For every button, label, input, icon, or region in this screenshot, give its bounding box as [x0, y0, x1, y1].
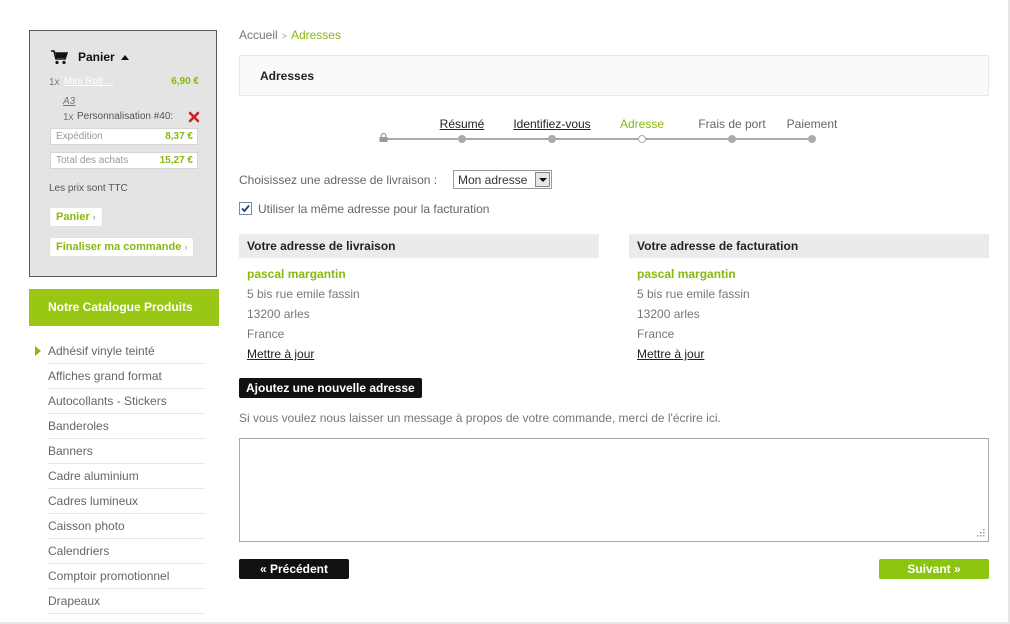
- delivery-address-select[interactable]: Mon adresse: [453, 170, 552, 189]
- catalog-item-label: Affiches grand format: [48, 369, 162, 383]
- billing-name: pascal margantin: [637, 267, 736, 281]
- billing-address-title: Votre adresse de facturation: [629, 234, 989, 258]
- catalog-item-label: Calendriers: [48, 544, 110, 558]
- catalog-item[interactable]: Adhésif vinyle teinté: [29, 339, 219, 364]
- step-dot: [458, 135, 466, 143]
- cart-item: 1x Mini Roll ... 6,90 €: [49, 76, 199, 90]
- delivery-update-link[interactable]: Mettre à jour: [247, 347, 314, 361]
- resize-grip-icon[interactable]: [976, 528, 985, 537]
- cart-option-qty: 1x: [63, 112, 74, 123]
- cart-total-row: Total des achats 15,27 €: [50, 152, 198, 169]
- catalog-item[interactable]: Autocollants - Stickers: [29, 389, 219, 414]
- shopping-cart-icon: [51, 50, 68, 65]
- catalog-item-label: Adhésif vinyle teinté: [48, 344, 155, 358]
- step-dot-current: [638, 135, 646, 143]
- cart-item-price: 6,90 €: [171, 76, 199, 87]
- cart-option-name: Personnalisation #40:: [77, 111, 174, 122]
- tax-note: Les prix sont TTC: [49, 183, 128, 194]
- checkout-button-label: Finaliser ma commande: [56, 241, 182, 253]
- chevron-right-icon: ›: [92, 212, 96, 222]
- catalog-item-label: Comptoir promotionnel: [48, 569, 170, 583]
- billing-city: 13200 arles: [637, 307, 700, 321]
- cart-item-attribute[interactable]: A3: [63, 96, 75, 107]
- breadcrumb-separator: >: [281, 31, 287, 41]
- next-button[interactable]: Suivant »: [879, 559, 989, 579]
- catalog-item-label: Autocollants - Stickers: [48, 394, 167, 408]
- previous-button[interactable]: « Précédent: [239, 559, 349, 579]
- same-address-label[interactable]: Utiliser la même adresse pour la factura…: [258, 202, 489, 216]
- breadcrumb-current: Adresses: [290, 28, 341, 42]
- catalog-item[interactable]: Calendriers: [29, 539, 219, 564]
- cart-button-label: Panier: [56, 211, 90, 223]
- catalog-item-label: Drapeaux: [48, 594, 101, 608]
- cart-shipping-row: Expédition 8,37 €: [50, 128, 198, 145]
- catalog-item[interactable]: Cadres lumineux: [29, 489, 219, 514]
- delivery-city: 13200 arles: [247, 307, 310, 321]
- cart-item-name[interactable]: Mini Roll ...: [64, 76, 113, 87]
- page-title: Adresses: [260, 69, 315, 83]
- step-payment: Paiement: [786, 117, 838, 131]
- catalog-item[interactable]: Caisson photo: [29, 514, 219, 539]
- step-summary[interactable]: Résumé: [440, 117, 485, 131]
- message-textarea[interactable]: [239, 438, 989, 542]
- step-address: Adresse: [619, 117, 665, 131]
- billing-update-link[interactable]: Mettre à jour: [637, 347, 704, 361]
- delivery-address-title: Votre adresse de livraison: [239, 234, 599, 258]
- cart-item-option: 1x Personnalisation #40:: [63, 111, 201, 125]
- cart-header[interactable]: Panier: [50, 48, 129, 66]
- catalog-item[interactable]: Banderoles: [29, 414, 219, 439]
- catalog-title: Notre Catalogue Produits: [29, 289, 219, 326]
- catalog-item[interactable]: Comptoir promotionnel: [29, 564, 219, 589]
- billing-address-block: Votre adresse de facturation pascal marg…: [629, 234, 989, 361]
- catalog-item-label: Caisson photo: [48, 519, 125, 533]
- steps-line: [383, 138, 811, 140]
- shipping-label: Expédition: [56, 131, 103, 142]
- delivery-country: France: [247, 327, 285, 341]
- cart-block: Panier 1x Mini Roll ... 6,90 € A3 1x Per…: [29, 30, 217, 277]
- catalog-item[interactable]: Affiches grand format: [29, 364, 219, 389]
- checkout-button[interactable]: Finaliser ma commande ›: [49, 237, 195, 257]
- checkmark-icon: [241, 204, 250, 213]
- total-label: Total des achats: [56, 155, 129, 166]
- lock-icon: [379, 133, 388, 142]
- step-identify[interactable]: Identifiez-vous: [513, 117, 590, 131]
- delivery-name: pascal margantin: [247, 267, 346, 281]
- cart-title: Panier: [78, 50, 115, 64]
- add-address-button[interactable]: Ajoutez une nouvelle adresse: [239, 378, 422, 398]
- step-dot: [728, 135, 736, 143]
- cart-button[interactable]: Panier ›: [49, 207, 103, 227]
- breadcrumb: Accueil > Adresses: [239, 28, 341, 42]
- shipping-value: 8,37 €: [165, 131, 193, 142]
- message-label: Si vous voulez nous laisser un message à…: [239, 411, 721, 425]
- step-dot: [808, 135, 816, 143]
- delivery-street: 5 bis rue emile fassin: [247, 287, 360, 301]
- catalog-item[interactable]: Banners: [29, 439, 219, 464]
- cart-item-qty: 1x: [49, 77, 60, 88]
- catalog-item-label: Banderoles: [48, 419, 109, 433]
- same-address-checkbox[interactable]: [239, 202, 252, 215]
- catalog-item-label: Cadres lumineux: [48, 494, 139, 508]
- chevron-right-icon: ›: [184, 242, 188, 252]
- caret-up-icon[interactable]: [120, 54, 129, 60]
- delivery-select-label: Choisissez une adresse de livraison :: [239, 173, 438, 187]
- total-value: 15,27 €: [159, 155, 193, 166]
- billing-street: 5 bis rue emile fassin: [637, 287, 750, 301]
- checkout-steps: Résumé Identifiez-vous Adresse Frais de …: [239, 110, 989, 150]
- page-title-box: Adresses: [239, 55, 989, 96]
- catalog-list: Adhésif vinyle teinté Affiches grand for…: [29, 339, 219, 614]
- catalog-item[interactable]: Cadre aluminium: [29, 464, 219, 489]
- delete-icon[interactable]: [188, 111, 200, 123]
- delivery-address-block: Votre adresse de livraison pascal margan…: [239, 234, 599, 361]
- catalog-item[interactable]: Drapeaux: [29, 589, 219, 614]
- billing-country: France: [637, 327, 675, 341]
- catalog-item-label: Cadre aluminium: [48, 469, 139, 483]
- breadcrumb-home[interactable]: Accueil: [239, 28, 278, 42]
- step-shipping: Frais de port: [698, 117, 766, 131]
- catalog-item-label: Banners: [48, 444, 93, 458]
- dropdown-arrow-icon[interactable]: [535, 172, 550, 187]
- step-dot: [548, 135, 556, 143]
- delivery-select-value: Mon adresse: [458, 173, 528, 187]
